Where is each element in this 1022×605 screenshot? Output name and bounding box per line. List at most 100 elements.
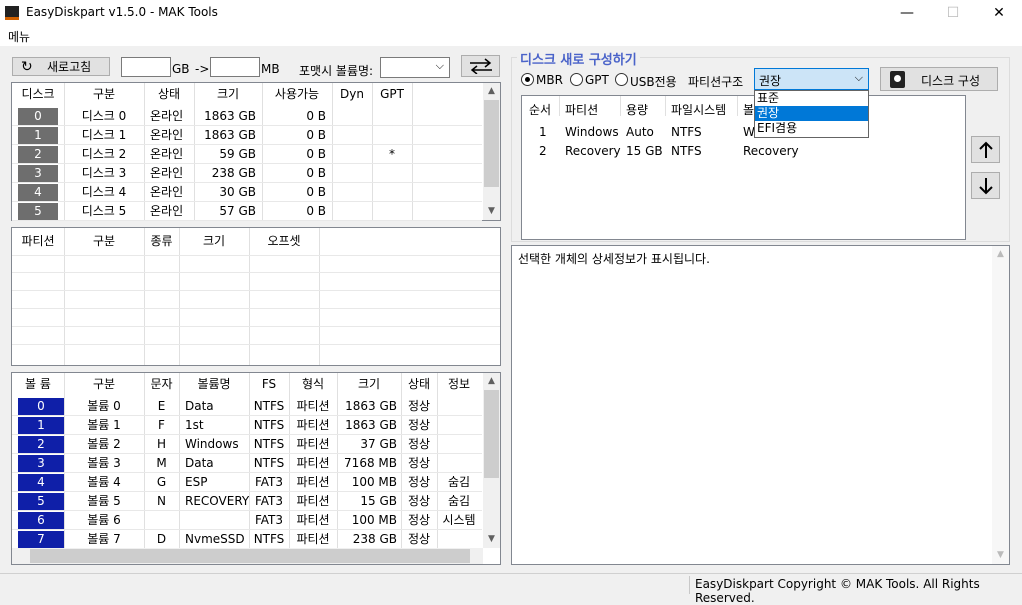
col-header-order[interactable]: 순서: [529, 101, 551, 118]
volume-fs: NTFS: [253, 456, 285, 470]
volume-format: 파티션: [296, 532, 330, 546]
disk-table[interactable]: 디스크 구분 상태 크기 사용가능 Dyn GPT 0 디스크 0 온라인 1863 …: [11, 82, 501, 221]
volume-index: 6: [18, 512, 64, 529]
table-row[interactable]: 4 볼륨 4 G ESP FAT3 파티션 100 MB 정상 숨김: [12, 473, 482, 492]
disk-table-scrollbar[interactable]: ▲ ▼: [483, 83, 500, 220]
volume-table[interactable]: 볼 륨 구분 문자 볼륨명 FS 형식 크기 상태 정보 0 볼륨 0 E Data N…: [11, 372, 501, 565]
layout-order: 2: [539, 144, 547, 158]
row-divider: [12, 220, 482, 221]
scroll-up-icon[interactable]: ▲: [992, 246, 1009, 262]
swap-button[interactable]: [461, 55, 500, 77]
col-header-offset[interactable]: 오프셋: [249, 232, 319, 251]
col-header-gpt[interactable]: GPT: [372, 85, 412, 104]
layout-volume: Recovery: [743, 144, 799, 158]
volume-info: [437, 397, 481, 416]
refresh-button[interactable]: ↻ 새로고침: [12, 57, 110, 76]
compose-disk-button[interactable]: 디스크 구성: [880, 67, 998, 91]
col-header-volume-name[interactable]: 볼륨명: [179, 375, 249, 394]
list-item[interactable]: 2 Recovery 15 GB NTFS Recovery: [522, 142, 965, 161]
gpt-radio[interactable]: [570, 73, 583, 86]
volume-index: 0: [18, 398, 64, 415]
gb-input[interactable]: [121, 57, 171, 77]
col-header-partition[interactable]: 파티션: [565, 101, 598, 118]
move-up-button[interactable]: [971, 136, 1000, 163]
scroll-up-icon[interactable]: ▲: [483, 373, 500, 389]
col-header-filesystem[interactable]: 파일시스템: [671, 101, 726, 118]
mb-input[interactable]: [210, 57, 260, 77]
partition-structure-dropdown: 표준 권장 EFI겸용: [754, 90, 869, 138]
scroll-down-icon[interactable]: ▼: [992, 547, 1009, 563]
mbr-radio[interactable]: [521, 73, 534, 86]
maximize-button[interactable]: ☐: [930, 0, 976, 26]
partition-layout-list[interactable]: 순서 파티션 용량 파일시스템 볼 1 Windows Auto NTFS W 2 Reco…: [521, 95, 966, 240]
table-row[interactable]: 4 디스크 4 온라인 30 GB 0 B: [12, 183, 482, 202]
close-button[interactable]: ✕: [976, 0, 1022, 26]
table-row[interactable]: 6 볼륨 6 FAT3 파티션 100 MB 정상 시스템: [12, 511, 482, 530]
col-header-type[interactable]: 구분: [64, 375, 144, 394]
dropdown-option[interactable]: EFI겸용: [755, 121, 868, 136]
disk-status: 온라인: [150, 128, 184, 142]
minimize-button[interactable]: —: [884, 0, 930, 26]
scroll-thumb[interactable]: [484, 390, 499, 478]
table-row[interactable]: 2 볼륨 2 H Windows NTFS 파티션 37 GB 정상: [12, 435, 482, 454]
col-header-info[interactable]: 정보: [437, 375, 481, 394]
scroll-down-icon[interactable]: ▼: [483, 203, 500, 219]
partition-structure-select[interactable]: 권장 ⌵: [754, 68, 869, 90]
details-scrollbar[interactable]: ▲ ▼: [992, 246, 1009, 564]
scroll-down-icon[interactable]: ▼: [483, 531, 500, 547]
col-header-type[interactable]: 구분: [64, 232, 144, 251]
col-header-volume[interactable]: 볼 륨: [12, 375, 64, 394]
volume-name-select[interactable]: ⌵: [380, 57, 450, 78]
col-header-fs[interactable]: FS: [249, 375, 289, 394]
table-row[interactable]: 0 디스크 0 온라인 1863 GB 0 B: [12, 107, 482, 126]
usb-radio[interactable]: [615, 73, 628, 86]
disk-gpt: [372, 164, 412, 183]
table-row[interactable]: 0 볼륨 0 E Data NTFS 파티션 1863 GB 정상: [12, 397, 482, 416]
col-header-type[interactable]: 구분: [64, 85, 144, 104]
dropdown-option[interactable]: 표준: [755, 91, 868, 106]
volume-table-h-scrollbar[interactable]: [12, 548, 483, 564]
arrow-up-icon: [979, 141, 993, 158]
menu-item-main[interactable]: 메뉴: [8, 28, 30, 45]
col-header-state[interactable]: 상태: [401, 375, 437, 394]
conversion-arrow-label: ->: [195, 62, 210, 76]
table-row[interactable]: 3 디스크 3 온라인 238 GB 0 B: [12, 164, 482, 183]
col-header-capacity[interactable]: 용량: [626, 101, 648, 118]
table-row[interactable]: 3 볼륨 3 M Data NTFS 파티션 7168 MB 정상: [12, 454, 482, 473]
h-scroll-thumb[interactable]: [30, 549, 470, 563]
partition-table[interactable]: 파티션 구분 종류 크기 오프셋: [11, 227, 501, 366]
table-row[interactable]: 7 볼륨 7 D NvmeSSD NTFS 파티션 238 GB 정상: [12, 530, 482, 549]
col-header-disk[interactable]: 디스크: [12, 85, 64, 104]
col-header-size[interactable]: 크기: [194, 85, 262, 104]
col-header-dyn[interactable]: Dyn: [332, 85, 372, 104]
list-item[interactable]: 1 Windows Auto NTFS W: [522, 123, 965, 142]
disk-available: 0 B: [306, 185, 326, 199]
scroll-thumb[interactable]: [484, 100, 499, 187]
col-header-available[interactable]: 사용가능: [262, 85, 332, 104]
scroll-up-icon[interactable]: ▲: [483, 83, 500, 99]
col-header-volume[interactable]: 볼: [743, 101, 754, 118]
volume-type: 볼륨 7: [87, 532, 121, 546]
col-header-size[interactable]: 크기: [179, 232, 249, 251]
gb-unit-label: GB: [172, 62, 190, 76]
col-header-size[interactable]: 크기: [337, 375, 401, 394]
col-header-partition[interactable]: 파티션: [12, 232, 64, 251]
disk-icon: [890, 71, 905, 88]
table-row[interactable]: 1 볼륨 1 F 1st NTFS 파티션 1863 GB 정상: [12, 416, 482, 435]
table-row[interactable]: 5 디스크 5 온라인 57 GB 0 B: [12, 202, 482, 221]
volume-info: [437, 435, 481, 454]
details-panel[interactable]: 선택한 개체의 상세정보가 표시됩니다. ▲ ▼: [511, 245, 1010, 565]
dropdown-option[interactable]: 권장: [755, 106, 868, 121]
move-down-button[interactable]: [971, 172, 1000, 199]
col-header-status[interactable]: 상태: [144, 85, 194, 104]
disk-gpt: [372, 126, 412, 145]
arrow-down-icon: [979, 178, 993, 195]
col-header-letter[interactable]: 문자: [144, 375, 179, 394]
volume-letter: D: [156, 532, 167, 546]
col-header-kind[interactable]: 종류: [144, 232, 179, 251]
table-row[interactable]: 5 볼륨 5 N RECOVERY FAT3 파티션 15 GB 정상 숨김: [12, 492, 482, 511]
volume-table-v-scrollbar[interactable]: ▲ ▼: [483, 373, 500, 548]
col-header-format[interactable]: 형식: [289, 375, 337, 394]
table-row[interactable]: 1 디스크 1 온라인 1863 GB 0 B: [12, 126, 482, 145]
table-row[interactable]: 2 디스크 2 온라인 59 GB 0 B *: [12, 145, 482, 164]
